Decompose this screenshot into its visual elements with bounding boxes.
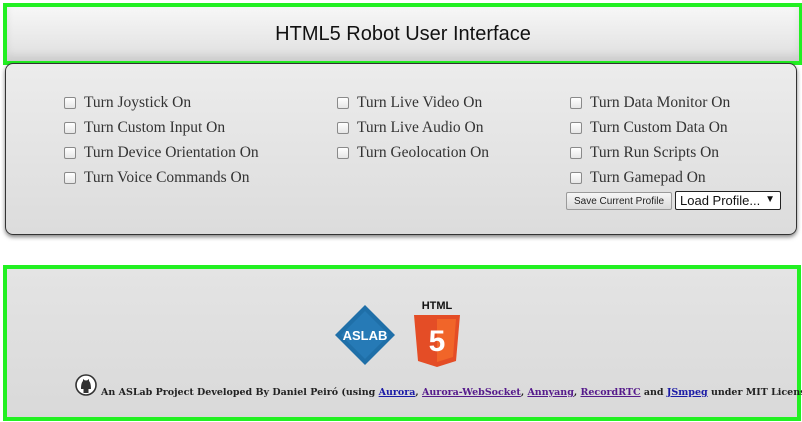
option-label: Turn Geolocation On xyxy=(357,144,490,161)
page-title: HTML5 Robot User Interface xyxy=(275,22,531,45)
checkbox[interactable] xyxy=(570,97,582,109)
github-icon[interactable] xyxy=(75,374,97,396)
option-label: Turn Device Orientation On xyxy=(84,144,259,161)
option-joystick[interactable]: Turn Joystick On xyxy=(64,94,191,112)
link-jsmpeg[interactable]: JSmpeg xyxy=(667,387,708,398)
footer-panel: ASLAB HTML 5 An ASLab Project Developed … xyxy=(3,265,802,421)
option-live-audio[interactable]: Turn Live Audio On xyxy=(337,119,483,137)
option-gamepad[interactable]: Turn Gamepad On xyxy=(570,169,706,187)
load-profile-label: Load Profile... xyxy=(680,193,761,208)
option-voice-commands[interactable]: Turn Voice Commands On xyxy=(64,169,250,187)
page-header: HTML5 Robot User Interface xyxy=(3,3,802,65)
option-label: Turn Custom Input On xyxy=(84,119,226,136)
aslab-logo[interactable]: ASLAB xyxy=(335,305,395,365)
load-profile-select[interactable]: Load Profile... ▼ xyxy=(675,191,781,210)
options-panel: Turn Joystick On Turn Custom Input On Tu… xyxy=(5,63,797,235)
option-label: Turn Run Scripts On xyxy=(590,144,720,161)
checkbox[interactable] xyxy=(570,147,582,159)
checkbox[interactable] xyxy=(570,172,582,184)
checkbox[interactable] xyxy=(64,147,76,159)
link-aurora-websocket[interactable]: Aurora-WebSocket xyxy=(422,387,521,398)
link-aurora[interactable]: Aurora xyxy=(379,387,416,398)
option-label: Turn Gamepad On xyxy=(590,169,706,186)
html5-logo-number: 5 xyxy=(429,325,446,358)
option-geolocation[interactable]: Turn Geolocation On xyxy=(337,144,489,162)
option-label: Turn Live Video On xyxy=(357,94,483,111)
footer-credits: An ASLab Project Developed By Daniel Pei… xyxy=(101,387,802,398)
option-label: Turn Custom Data On xyxy=(590,119,728,136)
checkbox[interactable] xyxy=(64,97,76,109)
option-live-video[interactable]: Turn Live Video On xyxy=(337,94,482,112)
option-custom-input[interactable]: Turn Custom Input On xyxy=(64,119,225,137)
option-device-orientation[interactable]: Turn Device Orientation On xyxy=(64,144,259,162)
html5-logo[interactable]: HTML 5 xyxy=(412,299,462,369)
save-profile-button[interactable]: Save Current Profile xyxy=(566,192,672,210)
dropdown-arrow-icon: ▼ xyxy=(765,194,775,205)
checkbox[interactable] xyxy=(64,122,76,134)
checkbox[interactable] xyxy=(337,147,349,159)
html5-logo-label: HTML xyxy=(422,300,453,312)
checkbox[interactable] xyxy=(64,172,76,184)
checkbox[interactable] xyxy=(337,97,349,109)
checkbox[interactable] xyxy=(337,122,349,134)
option-label: Turn Data Monitor On xyxy=(590,94,731,111)
checkbox[interactable] xyxy=(570,122,582,134)
option-run-scripts[interactable]: Turn Run Scripts On xyxy=(570,144,719,162)
aslab-logo-text: ASLAB xyxy=(343,328,388,343)
option-custom-data[interactable]: Turn Custom Data On xyxy=(570,119,728,137)
option-label: Turn Joystick On xyxy=(84,94,192,111)
link-recordrtc[interactable]: RecordRTC xyxy=(580,387,640,398)
option-label: Turn Live Audio On xyxy=(357,119,484,136)
link-annyang[interactable]: Annyang xyxy=(527,387,573,398)
option-data-monitor[interactable]: Turn Data Monitor On xyxy=(570,94,730,112)
option-label: Turn Voice Commands On xyxy=(84,169,250,186)
